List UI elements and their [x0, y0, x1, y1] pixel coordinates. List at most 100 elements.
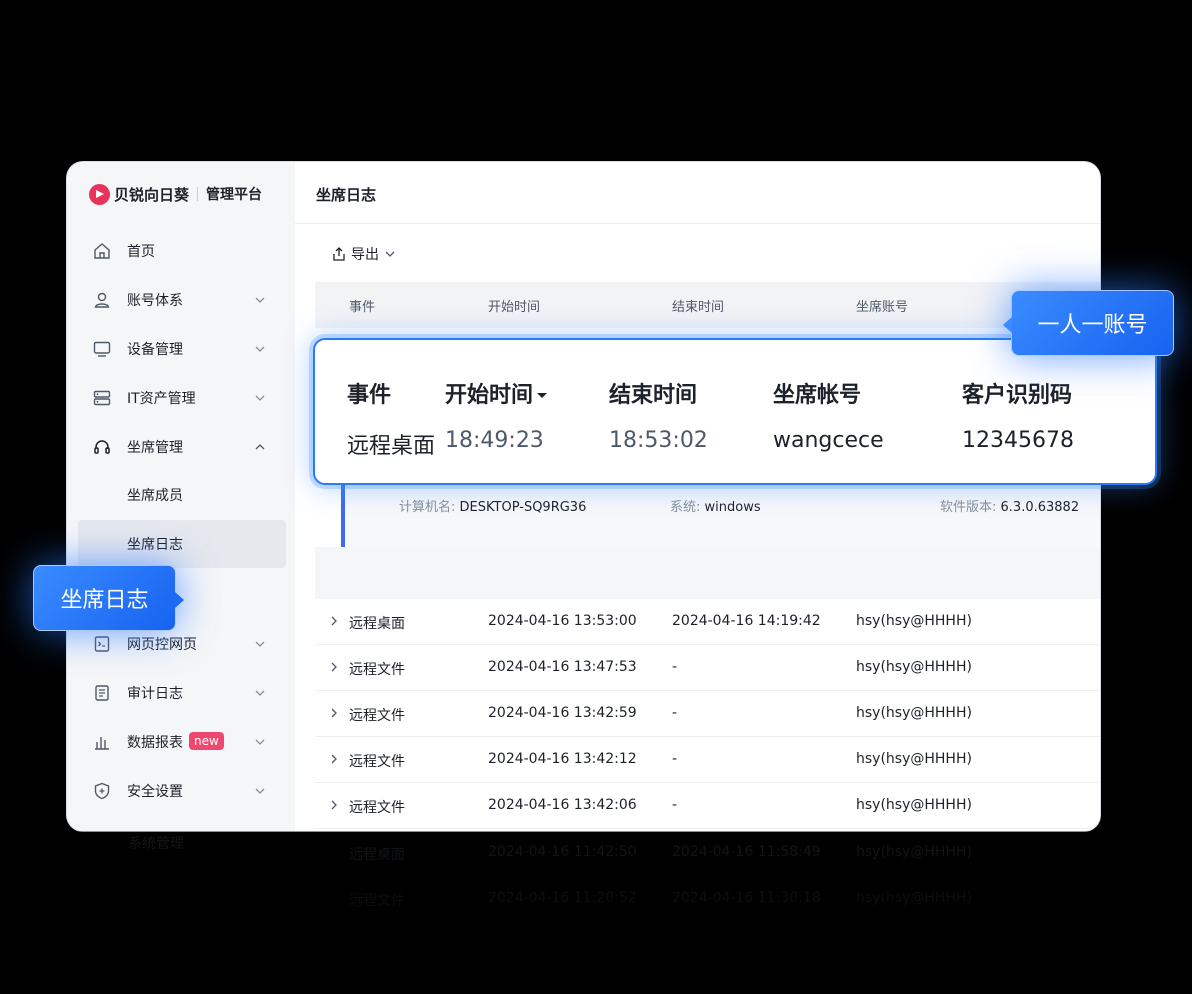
sidebar-item-reports[interactable]: 数据报表 new	[78, 718, 286, 766]
server-icon	[93, 390, 111, 406]
detail-value: DESKTOP-SQ9RG36	[459, 500, 587, 515]
table-spacer	[315, 547, 1100, 599]
shield-icon	[94, 782, 110, 800]
sidebar: 贝锐向日葵 管理平台 首页 账号体系 设备管理 IT资产管理 坐席管理 坐席成员…	[67, 162, 295, 831]
highlight-header-event: 事件	[347, 383, 392, 408]
new-badge: new	[189, 732, 224, 750]
sidebar-item-seat-management[interactable]: 坐席管理	[78, 423, 286, 471]
expand-icon[interactable]	[329, 616, 339, 626]
column-header-start[interactable]: 开始时间	[488, 296, 540, 315]
sidebar-item-label: 网页控网页	[127, 637, 197, 653]
sidebar-item-label: 坐席管理	[127, 440, 183, 456]
cell-event: 远程文件	[349, 754, 405, 770]
detail-computer: 计算机名: DESKTOP-SQ9RG36	[399, 496, 586, 515]
highlight-value-event: 远程桌面	[347, 434, 436, 459]
page-title: 坐席日志	[316, 186, 377, 204]
detail-value: windows	[704, 500, 761, 515]
column-header-end: 结束时间	[672, 300, 725, 315]
cell-account: hsy(hsy@HHHH)	[856, 659, 972, 675]
callout-text: 一人一账号	[1037, 313, 1148, 338]
detail-version: 软件版本: 6.3.0.63882	[940, 496, 1079, 515]
detail-value: 6.3.0.63882	[1000, 500, 1080, 515]
sidebar-item-label: 审计日志	[127, 686, 183, 702]
chevron-down-icon	[255, 641, 265, 647]
table-row[interactable]: 远程文件 2024-04-16 13:47:53 - hsy(hsy@HHHH)	[315, 645, 1100, 691]
chevron-down-icon	[255, 346, 265, 352]
export-label: 导出	[351, 247, 379, 263]
chevron-down-icon	[255, 788, 265, 794]
highlight-card: 事件 开始时间 结束时间 坐席帐号 客户识别码 远程桌面 18:49:23 18…	[313, 338, 1157, 485]
cell-start: 2024-04-16 13:47:53	[488, 659, 637, 675]
detail-label: 软件版本:	[940, 500, 997, 515]
table-header: 事件 开始时间 结束时间 坐席账号	[315, 282, 1100, 328]
fade-overlay	[67, 831, 1100, 994]
callout-pointer	[1003, 317, 1012, 333]
chevron-down-icon	[255, 690, 265, 696]
sidebar-item-label: 账号体系	[127, 293, 183, 309]
web-console-icon	[94, 636, 110, 652]
table-row[interactable]: 远程文件 2024-04-16 13:42:12 - hsy(hsy@HHHH)	[315, 737, 1100, 783]
expand-icon[interactable]	[329, 708, 339, 718]
highlight-header-client-id: 客户识别码	[962, 383, 1073, 408]
cell-account: hsy(hsy@HHHH)	[856, 613, 972, 629]
chevron-down-icon	[385, 251, 395, 257]
sidebar-item-label: 设备管理	[127, 342, 183, 358]
expand-icon[interactable]	[329, 662, 339, 672]
document-icon	[95, 685, 109, 701]
sort-down-icon	[537, 393, 548, 398]
highlight-value-end: 18:53:02	[609, 428, 708, 453]
sidebar-item-security[interactable]: 安全设置	[78, 767, 286, 815]
app-window: 贝锐向日葵 管理平台 首页 账号体系 设备管理 IT资产管理 坐席管理 坐席成员…	[67, 162, 1100, 831]
cell-event: 远程桌面	[349, 616, 405, 632]
logo-divider	[197, 187, 199, 201]
sidebar-item-home[interactable]: 首页	[78, 227, 286, 275]
cell-account: hsy(hsy@HHHH)	[856, 797, 972, 813]
cell-end: -	[672, 751, 678, 767]
chevron-down-icon	[255, 297, 265, 303]
detail-label: 计算机名:	[399, 500, 456, 515]
cell-event: 远程文件	[349, 708, 405, 724]
cell-end: -	[672, 797, 678, 813]
cell-start: 2024-04-16 13:53:00	[488, 613, 637, 629]
cell-start: 2024-04-16 13:42:59	[488, 705, 637, 721]
sidebar-item-account[interactable]: 账号体系	[78, 276, 286, 324]
highlight-header-label: 开始时间	[445, 383, 534, 408]
highlight-value-start: 18:49:23	[445, 428, 544, 453]
table-row[interactable]: 远程文件 2024-04-16 13:42:59 - hsy(hsy@HHHH)	[315, 691, 1100, 737]
detail-os: 系统: windows	[670, 496, 761, 515]
highlight-header-start[interactable]: 开始时间	[445, 377, 549, 409]
cell-start: 2024-04-16 13:42:12	[488, 751, 637, 767]
export-button[interactable]: 导出	[331, 244, 400, 264]
sidebar-item-label: 数据报表	[127, 735, 183, 751]
expand-icon[interactable]	[329, 800, 339, 810]
sidebar-item-it-assets[interactable]: IT资产管理	[78, 374, 286, 422]
column-header-account: 坐席账号	[856, 300, 909, 315]
sidebar-item-devices[interactable]: 设备管理	[78, 325, 286, 373]
table-row[interactable]: 远程桌面 2024-04-16 13:53:00 2024-04-16 14:1…	[315, 599, 1100, 645]
main-content: 坐席日志 导出 事件 开始时间 结束时间 坐席账号 计算机名: DESKTOP-…	[295, 162, 1100, 831]
sidebar-item-seat-log[interactable]: 坐席日志	[78, 520, 286, 568]
detail-label: 系统:	[670, 500, 701, 515]
expand-icon[interactable]	[329, 754, 339, 764]
cell-account: hsy(hsy@HHHH)	[856, 751, 972, 767]
cell-event: 远程文件	[349, 662, 405, 678]
callout-one-account: 一人一账号	[1003, 290, 1174, 356]
cell-end: 2024-04-16 14:19:42	[672, 613, 821, 629]
platform-name: 管理平台	[206, 187, 263, 203]
export-icon	[333, 247, 345, 261]
chevron-down-icon	[255, 395, 265, 401]
table-row[interactable]: 远程文件 2024-04-16 13:42:06 - hsy(hsy@HHHH)	[315, 783, 1100, 829]
sidebar-item-seat-members[interactable]: 坐席成员	[78, 471, 286, 519]
sidebar-item-label: 坐席成员	[127, 488, 183, 504]
stage: 贝锐向日葵 管理平台 首页 账号体系 设备管理 IT资产管理 坐席管理 坐席成员…	[0, 0, 1192, 994]
brand-name: 贝锐向日葵	[114, 185, 190, 204]
cell-account: hsy(hsy@HHHH)	[856, 705, 972, 721]
cell-end: -	[672, 659, 678, 675]
sidebar-item-audit-log[interactable]: 审计日志	[78, 669, 286, 717]
monitor-icon	[93, 341, 111, 357]
cell-end: -	[672, 705, 678, 721]
brand-logo-icon	[89, 183, 110, 205]
sidebar-item-label: 首页	[127, 244, 155, 260]
callout-pointer	[175, 592, 184, 608]
highlight-header-end: 结束时间	[609, 383, 698, 408]
